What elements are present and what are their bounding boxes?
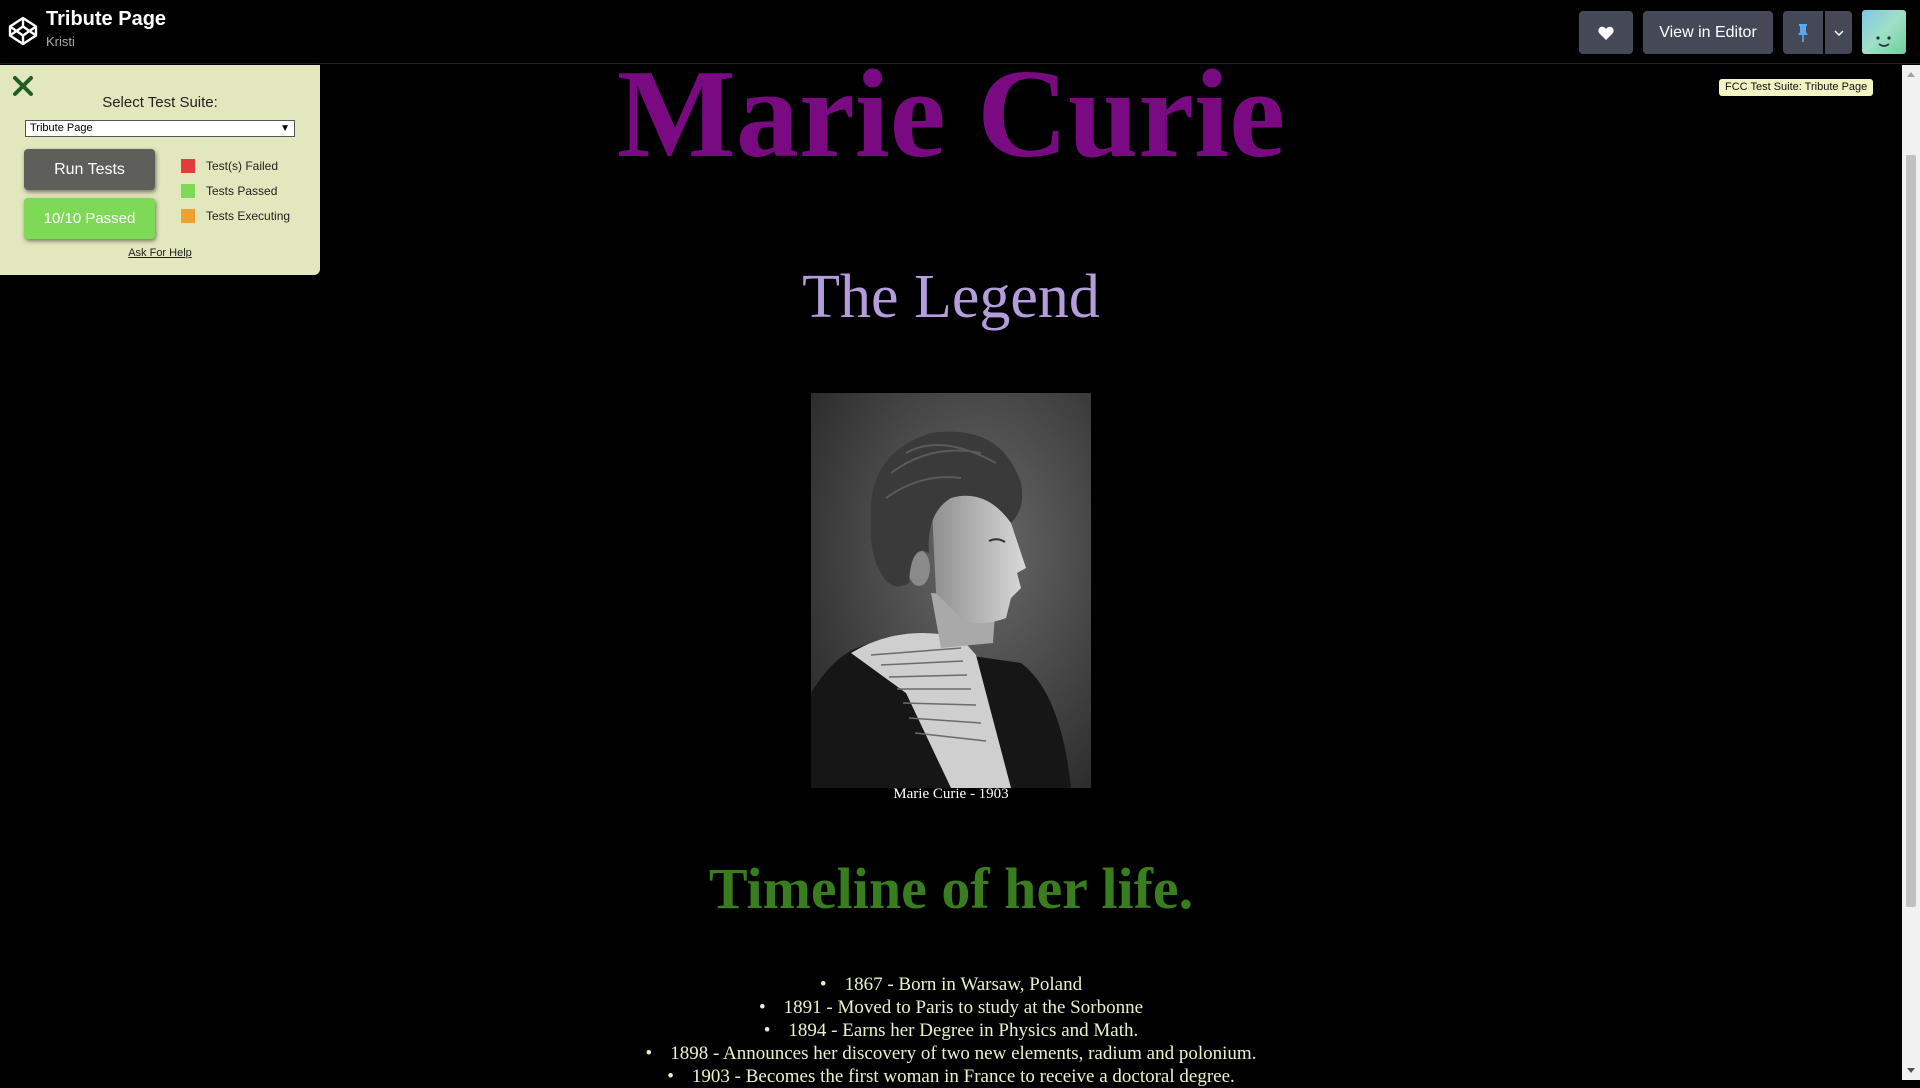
pen-title[interactable]: Tribute Page [46, 8, 166, 31]
test-suite-select[interactable]: Tribute Page ▼ [25, 120, 295, 137]
select-test-suite-label: Select Test Suite: [102, 94, 218, 111]
legend-failed: Test(s) Failed [181, 158, 278, 173]
timeline-heading: Timeline of her life. [708, 856, 1194, 921]
timeline-list: 1867 - Born in Warsaw, Poland 1891 - Mov… [0, 973, 1902, 1088]
timeline-item: 1867 - Born in Warsaw, Poland [0, 973, 1902, 996]
timeline-item: 1891 - Moved to Paris to study at the So… [0, 996, 1902, 1019]
fcc-test-suite-tooltip: FCC Test Suite: Tribute Page [1719, 79, 1874, 96]
executing-swatch [181, 208, 195, 223]
pin-button[interactable] [1783, 11, 1823, 54]
timeline-item: 1894 - Earns her Degree in Physics and M… [0, 1019, 1902, 1042]
timeline-item: 1903 - Becomes the first woman in France… [0, 1065, 1902, 1088]
test-suite-panel: Select Test Suite: Tribute Page ▼ Run Te… [0, 65, 320, 275]
view-in-editor-button[interactable]: View in Editor [1643, 11, 1773, 54]
failed-swatch [181, 158, 195, 173]
ask-for-help-link[interactable]: Ask For Help [0, 247, 320, 259]
timeline-item: 1898 - Announces her discovery of two ne… [0, 1042, 1902, 1065]
heart-icon [1598, 26, 1614, 40]
image-caption: Marie Curie - 1903 [893, 786, 1009, 802]
legend-passed: Tests Passed [181, 183, 277, 198]
scroll-down-icon[interactable] [1907, 1068, 1915, 1073]
scroll-thumb[interactable] [1906, 155, 1916, 907]
scroll-up-icon[interactable] [1907, 72, 1915, 77]
tests-passed-button[interactable]: 10/10 Passed [24, 198, 155, 239]
legend-label: Tests Passed [206, 183, 278, 198]
pin-dropdown-button[interactable] [1825, 11, 1852, 54]
avatar-face-icon [1876, 36, 1891, 47]
page-scrollbar[interactable] [1902, 65, 1920, 1080]
test-suite-selected-value: Tribute Page [30, 122, 93, 134]
pen-author[interactable]: Kristi [46, 34, 75, 49]
passed-swatch [181, 183, 195, 198]
codepen-logo-icon[interactable] [7, 15, 39, 47]
legend-executing: Tests Executing [181, 208, 290, 223]
legend-label: Tests Executing [206, 208, 291, 223]
chevron-down-icon [1833, 29, 1844, 36]
heart-button[interactable] [1579, 11, 1633, 54]
run-tests-button[interactable]: Run Tests [24, 149, 155, 190]
chevron-down-icon: ▼ [280, 123, 290, 134]
user-avatar[interactable] [1862, 10, 1906, 54]
legend-label: Test(s) Failed [206, 158, 279, 173]
pin-icon [1798, 23, 1808, 42]
marie-curie-portrait [811, 393, 1091, 788]
